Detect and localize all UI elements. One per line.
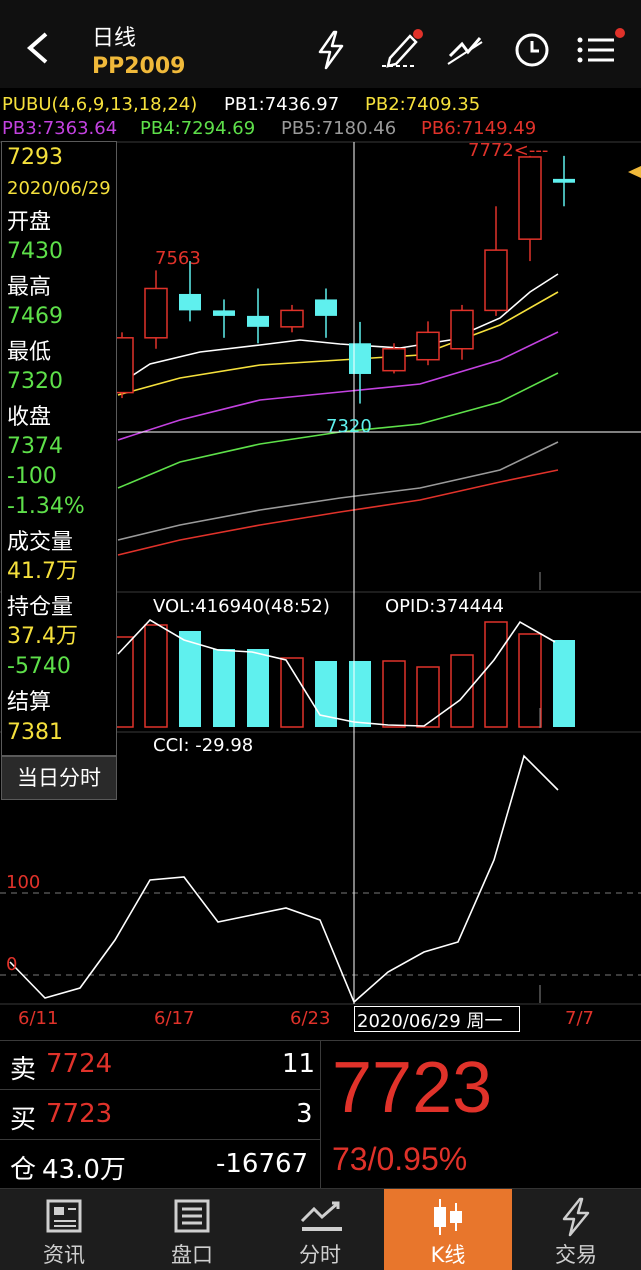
tab-label: 资讯	[43, 1243, 85, 1267]
candle-body	[179, 293, 201, 311]
high-price-label: 7563	[155, 248, 201, 269]
vol-label: VOL:416940(48:52)	[153, 596, 330, 617]
candle-body	[213, 310, 235, 316]
cursor-price: 7293	[7, 145, 63, 170]
intraday-button[interactable]: 当日分时	[1, 756, 117, 800]
buy-label: 买	[10, 1105, 37, 1135]
low-value: 7320	[7, 369, 63, 394]
change-value: -100	[7, 464, 57, 489]
candle-body	[553, 178, 575, 183]
volume-bar	[144, 624, 168, 728]
orderbook-icon	[174, 1199, 210, 1233]
pb5-line	[117, 441, 559, 541]
candle-body	[450, 309, 474, 350]
oi-change: -16767	[216, 1149, 309, 1179]
oi-label: 仓	[10, 1155, 37, 1185]
candle-body	[144, 287, 168, 339]
tab-orderbook[interactable]: 盘口	[128, 1189, 256, 1270]
candle-body	[484, 249, 508, 312]
volume-bar	[553, 640, 575, 727]
bottom-tab-bar: 资讯 盘口 分时 K线 交易	[0, 1188, 641, 1270]
candle-body	[382, 348, 406, 372]
tab-label: 分时	[299, 1243, 341, 1267]
change-pct-value: -1.34%	[7, 494, 85, 519]
volume-bar	[484, 621, 508, 728]
volume-bar	[247, 649, 269, 727]
tab-news[interactable]: 资讯	[0, 1189, 128, 1270]
tab-label: K线	[430, 1243, 466, 1267]
tab-timeshare[interactable]: 分时	[256, 1189, 384, 1270]
x-tick-label: 6/11	[18, 1008, 59, 1029]
volume-bar	[349, 661, 371, 727]
x-tick-label: 6/23	[290, 1008, 331, 1029]
cursor-date: 2020/06/29	[7, 178, 111, 199]
high-label: 最高	[7, 275, 52, 300]
buy-price[interactable]: 7723	[46, 1099, 112, 1129]
pb6-line	[117, 469, 559, 556]
candle-body	[518, 156, 542, 240]
volume-bar	[382, 660, 406, 728]
tab-label: 盘口	[171, 1243, 213, 1267]
cci-label: CCI: -29.98	[153, 735, 254, 756]
price-change: 73/0.95%	[332, 1141, 468, 1177]
oi-value: 43.0万	[42, 1155, 126, 1185]
tab-trade[interactable]: 交易	[512, 1189, 640, 1270]
opid-label: OPID:374444	[385, 596, 504, 617]
x-tick-label: 7/7	[565, 1008, 594, 1029]
timeshare-icon	[300, 1201, 342, 1231]
candle-body	[349, 343, 371, 374]
high-value: 7469	[7, 304, 63, 329]
oi-change-value: -5740	[7, 654, 71, 679]
low-price-label: 7320	[326, 416, 372, 437]
candle-body	[315, 299, 337, 316]
tab-label: 交易	[555, 1243, 597, 1267]
x-tick-label: 6/17	[154, 1008, 195, 1029]
candle-body	[280, 309, 304, 328]
info-panel: 7293 2020/06/29 开盘 7430 最高 7469 最低 7320 …	[1, 141, 117, 756]
close-value: 7374	[7, 434, 63, 459]
oi-value: 37.4万	[7, 624, 78, 649]
last-price: 7723	[332, 1048, 493, 1128]
volume-value: 41.7万	[7, 559, 78, 584]
sell-price[interactable]: 7724	[46, 1049, 112, 1079]
candlestick-icon	[434, 1199, 462, 1235]
candle-body	[247, 315, 269, 327]
cci-100-label: 100	[6, 872, 41, 893]
settle-value: 7381	[7, 720, 63, 745]
news-icon	[46, 1199, 82, 1233]
volume-bar	[450, 654, 474, 728]
quote-panel: 卖 7724 11 买 7723 3 仓 43.0万 -16767 7723 7…	[0, 1040, 641, 1189]
open-label: 开盘	[7, 210, 52, 235]
crosshair-date-label: 2020/06/29 周一	[354, 1006, 520, 1032]
buy-qty: 3	[296, 1099, 313, 1129]
trade-icon	[562, 1197, 590, 1237]
peak-price-label: 7772<---	[468, 140, 549, 161]
volume-bar	[213, 649, 235, 727]
volume-bar	[518, 633, 542, 728]
open-value: 7430	[7, 239, 63, 264]
volume-label: 成交量	[7, 530, 74, 555]
candle-body	[416, 331, 440, 361]
tab-kline[interactable]: K线	[384, 1189, 512, 1270]
low-label: 最低	[7, 340, 52, 365]
settle-label: 结算	[7, 690, 52, 715]
sell-qty: 11	[282, 1049, 316, 1079]
volume-bar	[179, 631, 201, 727]
close-label: 收盘	[7, 405, 52, 430]
sell-label: 卖	[10, 1055, 37, 1085]
cci-0-label: 0	[6, 954, 18, 975]
price-marker-icon	[628, 166, 641, 178]
oi-label: 持仓量	[7, 595, 74, 620]
